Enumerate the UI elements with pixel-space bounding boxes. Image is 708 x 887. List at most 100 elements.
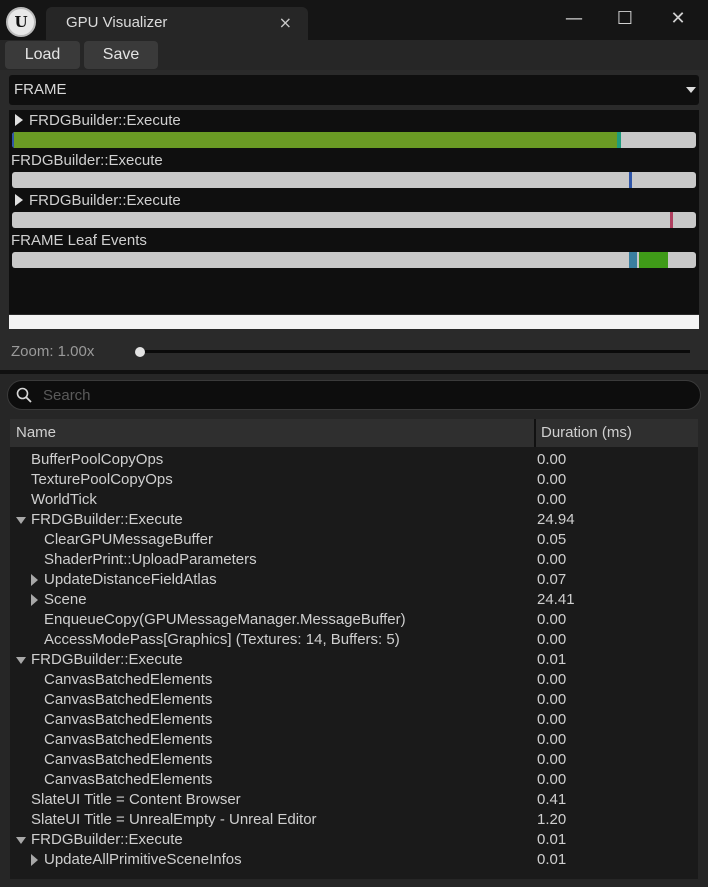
timeline-track-label: FRDGBuilder::Execute — [11, 152, 163, 169]
tree-row-name: TexturePoolCopyOps — [31, 471, 173, 488]
frame-dropdown[interactable]: FRAME — [9, 75, 699, 105]
tree-header: Name Duration (ms) — [10, 419, 698, 447]
tree-row-duration: 0.00 — [537, 451, 567, 468]
tree-row-duration: 0.00 — [537, 751, 567, 768]
timeline-event[interactable] — [639, 252, 668, 268]
tree-row[interactable]: TexturePoolCopyOps 0.00 — [10, 470, 698, 490]
timeline-track-label[interactable]: FRDGBuilder::Execute — [9, 112, 181, 129]
tree-row[interactable]: Scene 24.41 — [10, 590, 698, 610]
timeline-track-bar[interactable] — [12, 212, 696, 228]
tree-row[interactable]: CanvasBatchedElements 0.00 — [10, 670, 698, 690]
expand-arrow-icon[interactable] — [31, 594, 38, 606]
column-divider[interactable] — [534, 419, 536, 447]
tree-row[interactable]: UpdateDistanceFieldAtlas 0.07 — [10, 570, 698, 590]
tree-row[interactable]: BufferPoolCopyOps 0.00 — [10, 450, 698, 470]
tree-row-name: BufferPoolCopyOps — [31, 451, 164, 468]
tree-row[interactable]: SlateUI Title = Content Browser 0.41 — [10, 790, 698, 810]
search-input[interactable]: Search — [7, 380, 701, 410]
tree-row-name: FRDGBuilder::Execute — [31, 511, 183, 528]
tree-row-duration: 0.01 — [537, 851, 567, 868]
expand-arrow-icon[interactable] — [31, 854, 38, 866]
tree-row[interactable]: ClearGPUMessageBuffer 0.05 — [10, 530, 698, 550]
tree-row-name: SlateUI Title = Content Browser — [31, 791, 241, 808]
timeline-scrollbar[interactable] — [9, 315, 699, 329]
collapse-arrow-icon[interactable] — [16, 837, 26, 844]
tree-row-duration: 24.41 — [537, 591, 575, 608]
column-header-name[interactable]: Name — [16, 424, 56, 441]
tab-gpu-visualizer[interactable]: GPU Visualizer × — [46, 7, 308, 40]
tree-row-name: FRDGBuilder::Execute — [31, 651, 183, 668]
frame-dropdown-value: FRAME — [14, 81, 67, 98]
close-window-button[interactable]: ✕ — [665, 6, 691, 32]
save-button[interactable]: Save — [84, 41, 158, 69]
expand-arrow-icon[interactable] — [15, 194, 23, 206]
tree-row[interactable]: FRDGBuilder::Execute 0.01 — [10, 650, 698, 670]
tree-row-duration: 0.00 — [537, 691, 567, 708]
tree-row[interactable]: SlateUI Title = UnrealEmpty - Unreal Edi… — [10, 810, 698, 830]
tree-row-name: CanvasBatchedElements — [44, 751, 213, 768]
tree-row-name: CanvasBatchedElements — [44, 671, 213, 688]
timeline-track-bar[interactable] — [12, 252, 696, 268]
timeline-track-label: FRAME Leaf Events — [11, 232, 147, 249]
tree-row-name: CanvasBatchedElements — [44, 731, 213, 748]
tree-row-duration: 0.00 — [537, 611, 567, 628]
column-header-duration[interactable]: Duration (ms) — [541, 424, 632, 441]
tree-row-name: CanvasBatchedElements — [44, 771, 213, 788]
tree-row[interactable]: AccessModePass[Graphics] (Textures: 14, … — [10, 630, 698, 650]
timeline-event[interactable] — [14, 132, 617, 148]
tree-row-duration: 1.20 — [537, 811, 567, 828]
tree-row-name: UpdateDistanceFieldAtlas — [44, 571, 217, 588]
expand-arrow-icon[interactable] — [31, 574, 38, 586]
tab-title: GPU Visualizer — [66, 14, 168, 31]
tree-row[interactable]: CanvasBatchedElements 0.00 — [10, 730, 698, 750]
timeline-track-bar[interactable] — [12, 172, 696, 188]
tree-row-duration: 0.00 — [537, 631, 567, 648]
chevron-down-icon — [686, 87, 696, 93]
tree-row[interactable]: CanvasBatchedElements 0.00 — [10, 750, 698, 770]
timeline-event[interactable] — [629, 172, 632, 188]
minimize-button[interactable]: — — [561, 6, 587, 32]
tree-row[interactable]: WorldTick 0.00 — [10, 490, 698, 510]
tree-row[interactable]: FRDGBuilder::Execute 24.94 — [10, 510, 698, 530]
collapse-arrow-icon[interactable] — [16, 657, 26, 664]
expand-arrow-icon[interactable] — [15, 114, 23, 126]
timeline-track-label[interactable]: FRDGBuilder::Execute — [9, 192, 181, 209]
tree-row-duration: 0.41 — [537, 791, 567, 808]
timeline-view[interactable]: FRDGBuilder::Execute FRDGBuilder::Execut… — [9, 110, 699, 314]
tree-row[interactable]: EnqueueCopy(GPUMessageManager.MessageBuf… — [10, 610, 698, 630]
timeline-track-bar[interactable] — [12, 132, 696, 148]
tree-row[interactable]: FRDGBuilder::Execute 0.01 — [10, 830, 698, 850]
tree-row-name: CanvasBatchedElements — [44, 691, 213, 708]
timeline-event[interactable] — [629, 252, 637, 268]
tree-row-name: ShaderPrint::UploadParameters — [44, 551, 257, 568]
tree-row-name: CanvasBatchedElements — [44, 711, 213, 728]
tree-row-duration: 0.07 — [537, 571, 567, 588]
unreal-logo-icon: U — [6, 7, 36, 37]
tree-row-name: Scene — [44, 591, 87, 608]
timeline-event[interactable] — [670, 212, 673, 228]
timeline-event[interactable] — [617, 132, 621, 148]
tab-close-icon[interactable]: × — [279, 13, 292, 32]
zoom-label: Zoom: 1.00x — [11, 343, 95, 360]
tree-row-name: FRDGBuilder::Execute — [31, 831, 183, 848]
maximize-button[interactable]: ☐ — [612, 6, 638, 32]
tree-row-name: ClearGPUMessageBuffer — [44, 531, 213, 548]
tree-row-name: UpdateAllPrimitiveSceneInfos — [44, 851, 242, 868]
tree-row-duration: 0.00 — [537, 491, 567, 508]
tree-row[interactable]: UpdateAllPrimitiveSceneInfos 0.01 — [10, 850, 698, 870]
tree-row-duration: 0.00 — [537, 551, 567, 568]
tree-row[interactable]: ShaderPrint::UploadParameters 0.00 — [10, 550, 698, 570]
tree-row[interactable]: CanvasBatchedElements 0.00 — [10, 690, 698, 710]
zoom-slider-handle[interactable] — [135, 347, 145, 357]
load-button[interactable]: Load — [5, 41, 80, 69]
toolbar: Load Save — [0, 40, 708, 70]
zoom-slider[interactable] — [140, 350, 690, 353]
tree-row[interactable]: CanvasBatchedElements 0.00 — [10, 770, 698, 790]
collapse-arrow-icon[interactable] — [16, 517, 26, 524]
event-tree-panel: Search Name Duration (ms) BufferPoolCopy… — [0, 370, 708, 887]
tree-row[interactable]: CanvasBatchedElements 0.00 — [10, 710, 698, 730]
tree-row-duration: 0.00 — [537, 731, 567, 748]
tree-row-name: WorldTick — [31, 491, 97, 508]
event-tree: Name Duration (ms) BufferPoolCopyOps 0.00… — [10, 419, 698, 879]
tree-row-duration: 0.01 — [537, 831, 567, 848]
